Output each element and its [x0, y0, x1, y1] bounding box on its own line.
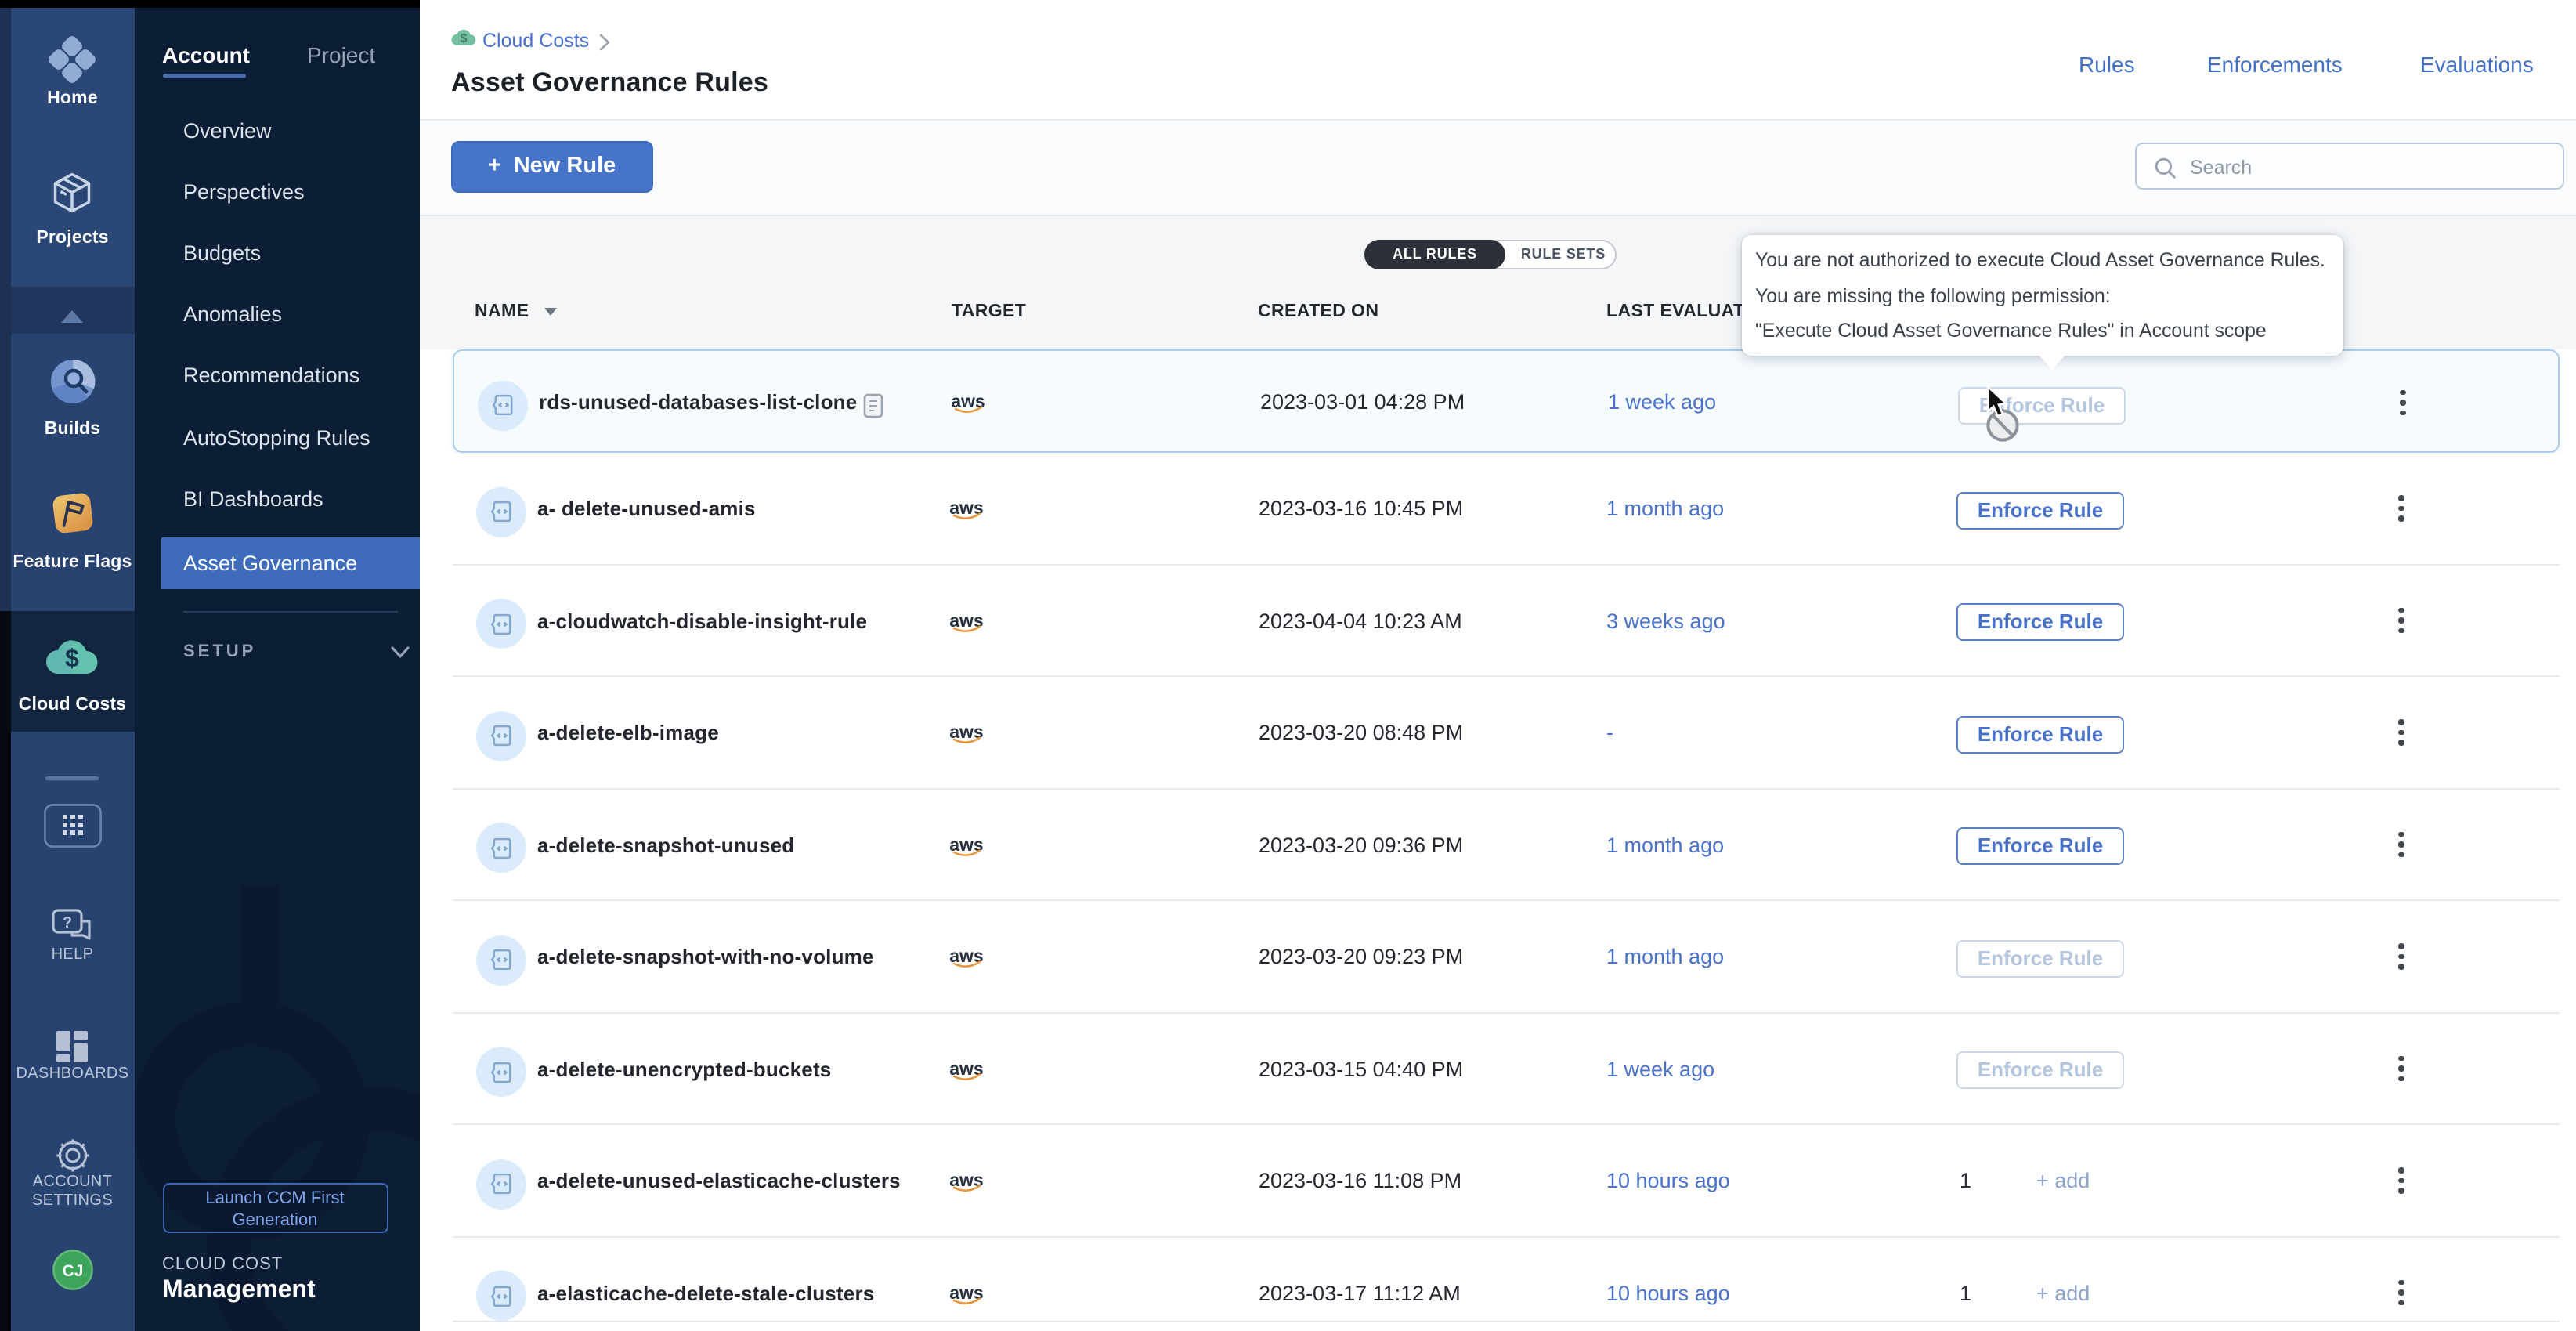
svg-text:$: $ [461, 32, 468, 45]
svg-text:$: $ [66, 644, 80, 672]
svg-text:CJ: CJ [62, 1262, 83, 1280]
svg-text:?: ? [63, 914, 72, 931]
